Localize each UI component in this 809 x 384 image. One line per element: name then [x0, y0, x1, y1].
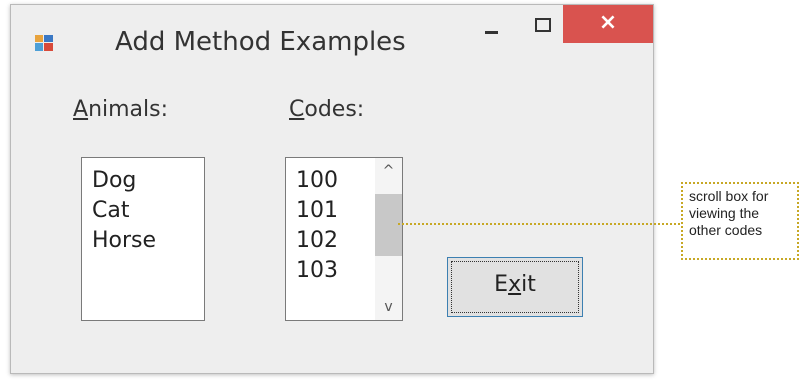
codes-label-rest: odes: — [304, 97, 365, 122]
codes-listbox[interactable]: 100 101 102 103 ^ v — [285, 157, 403, 321]
close-icon: × — [598, 10, 618, 35]
list-item[interactable]: Dog — [92, 168, 136, 193]
list-item[interactable]: Cat — [92, 198, 129, 223]
exit-button-label: Exit — [448, 272, 582, 297]
list-item[interactable]: 103 — [296, 258, 338, 283]
list-item[interactable]: Horse — [92, 228, 156, 253]
callout-box: scroll box for viewing the other codes — [681, 182, 799, 260]
callout-line: scroll box for — [689, 188, 769, 204]
title-bar[interactable]: Add Method Examples × — [11, 5, 653, 83]
exit-label-prefix: E — [494, 272, 509, 297]
codes-label-mnemonic: C — [289, 97, 305, 122]
exit-label-rest: it — [521, 272, 536, 297]
codes-scrollbar[interactable]: ^ v — [375, 158, 402, 320]
minimize-button[interactable] — [469, 5, 515, 43]
list-item[interactable]: 100 — [296, 168, 338, 193]
scroll-thumb[interactable] — [375, 194, 402, 256]
window-title: Add Method Examples — [115, 27, 406, 57]
animals-listbox[interactable]: Dog Cat Horse — [81, 157, 205, 321]
callout-line: other codes — [689, 222, 763, 238]
app-icon — [35, 35, 53, 51]
exit-button[interactable]: Exit — [447, 257, 583, 317]
animals-label: Animals: — [73, 97, 168, 122]
maximize-button[interactable] — [519, 5, 565, 43]
codes-label: Codes: — [289, 97, 364, 122]
list-item[interactable]: 101 — [296, 198, 338, 223]
animals-label-mnemonic: A — [73, 97, 89, 122]
callout-connector — [398, 223, 680, 225]
callout-line: viewing the — [689, 205, 760, 221]
exit-label-mnemonic: x — [508, 272, 522, 297]
animals-label-rest: nimals: — [88, 97, 169, 122]
scroll-up-icon[interactable]: ^ — [375, 158, 402, 184]
close-button[interactable]: × — [563, 5, 653, 43]
list-item[interactable]: 102 — [296, 228, 338, 253]
scroll-down-icon[interactable]: v — [375, 294, 402, 320]
form-window: Add Method Examples × Animals: Dog Cat H… — [10, 4, 654, 374]
